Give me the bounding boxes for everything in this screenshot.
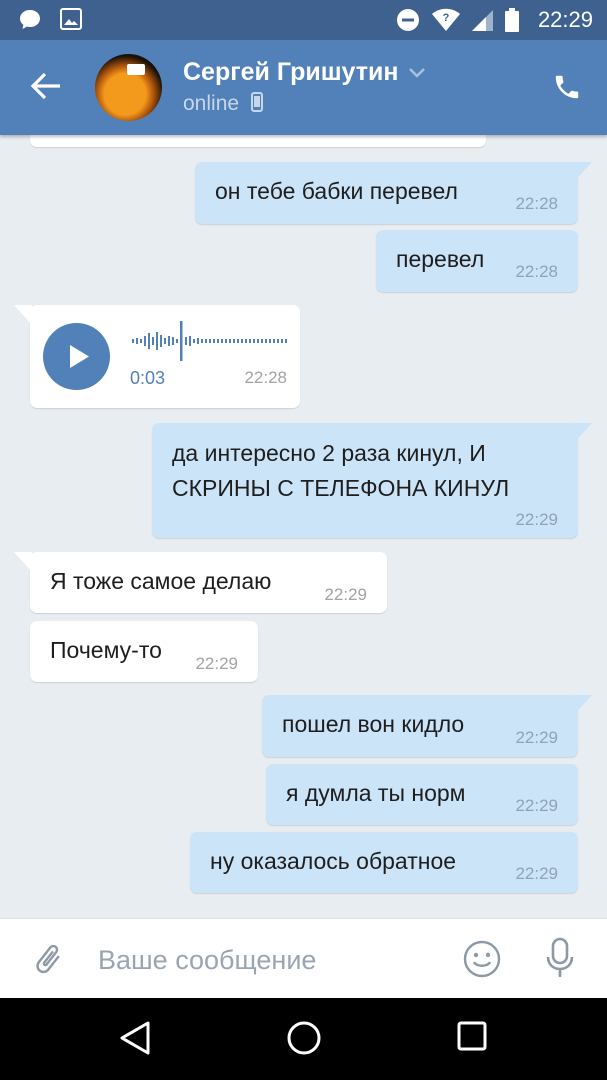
message-list[interactable]: он тебе бабки перевел 22:28 перевел 22:2… (0, 135, 607, 918)
message-text: пошел вон кидло (282, 711, 465, 737)
voice-duration: 0:03 (130, 368, 166, 388)
home-circle-icon[interactable] (286, 1020, 322, 1056)
message-time: 22:29 (515, 864, 558, 883)
message-text: он тебе бабки перевел (215, 178, 458, 204)
message-time: 22:29 (195, 654, 238, 673)
wifi-icon: ? (432, 8, 460, 31)
bubble-tail (574, 423, 592, 443)
bubble-tail (14, 305, 32, 325)
message-time: 22:29 (515, 728, 558, 747)
message-text-line-1: да интересно 2 раза кинул, И (172, 440, 486, 466)
message-text-line-2: СКРИНЫ С ТЕЛЕФОНА КИНУЛ (172, 475, 510, 501)
status-text: online (183, 92, 240, 115)
bubble-tail (14, 552, 32, 572)
message-bubble-partial (30, 135, 486, 147)
contact-name[interactable]: Сергей Гришутин (183, 58, 398, 87)
voice-message-bubble[interactable]: 0:03 22:28 (14, 305, 300, 408)
voice-waveform[interactable] (132, 321, 292, 361)
chat-header: Сергей Гришутин online (0, 40, 607, 135)
phone-call-icon[interactable] (552, 72, 582, 102)
play-button[interactable] (43, 323, 110, 390)
image-icon (60, 8, 82, 30)
bubble-tail (574, 695, 592, 715)
message-bubble-outgoing[interactable]: да интересно 2 раза кинул, И СКРИНЫ С ТЕ… (152, 423, 592, 538)
chat-bubble-icon (20, 10, 40, 29)
message-bubble-incoming[interactable]: Я тоже самое делаю 22:29 (14, 552, 387, 613)
back-triangle-icon[interactable] (118, 1020, 152, 1056)
signal-icon (472, 10, 493, 31)
chevron-down-icon[interactable] (408, 67, 426, 79)
message-composer (0, 918, 607, 999)
mobile-phone-icon (250, 92, 263, 112)
avatar-logo (127, 64, 145, 75)
message-bubble-outgoing[interactable]: я думла ты норм 22:29 (266, 764, 578, 825)
smiley-icon[interactable] (463, 940, 501, 978)
microphone-icon[interactable] (545, 937, 575, 979)
message-text: Я тоже самое делаю (50, 568, 272, 594)
message-bubble-incoming[interactable]: Почему-то 22:29 (30, 621, 258, 682)
avatar[interactable] (95, 54, 162, 121)
message-time: 22:29 (515, 510, 558, 529)
status-bar: ? 22:29 (0, 0, 607, 40)
message-text: я думла ты норм (286, 780, 466, 806)
message-input[interactable] (96, 937, 440, 983)
message-time: 22:28 (515, 194, 558, 213)
clock: 22:29 (537, 7, 593, 32)
message-text: Почему-то (50, 637, 162, 663)
message-time: 22:29 (515, 796, 558, 815)
message-time: 22:28 (515, 262, 558, 281)
message-bubble-outgoing[interactable]: ну оказалось обратное 22:29 (190, 832, 578, 893)
paperclip-icon[interactable] (30, 939, 66, 979)
message-text: перевел (396, 246, 485, 272)
recents-square-icon[interactable] (456, 1020, 488, 1054)
message-bubble-outgoing[interactable]: перевел 22:28 (376, 230, 578, 292)
message-text: ну оказалось обратное (210, 848, 457, 874)
message-time: 22:29 (324, 585, 367, 604)
back-arrow-icon[interactable] (30, 70, 62, 102)
message-bubble-outgoing[interactable]: пошел вон кидло 22:29 (262, 695, 592, 757)
message-time: 22:28 (244, 368, 287, 387)
system-nav-bar (0, 998, 607, 1080)
message-bubble-outgoing[interactable]: он тебе бабки перевел 22:28 (195, 162, 592, 224)
battery-icon (505, 8, 519, 32)
play-icon (70, 345, 89, 368)
do-not-disturb-icon (397, 9, 419, 31)
bubble-tail (574, 162, 592, 182)
contact-status: online (183, 92, 263, 116)
svg-text:?: ? (443, 12, 450, 24)
